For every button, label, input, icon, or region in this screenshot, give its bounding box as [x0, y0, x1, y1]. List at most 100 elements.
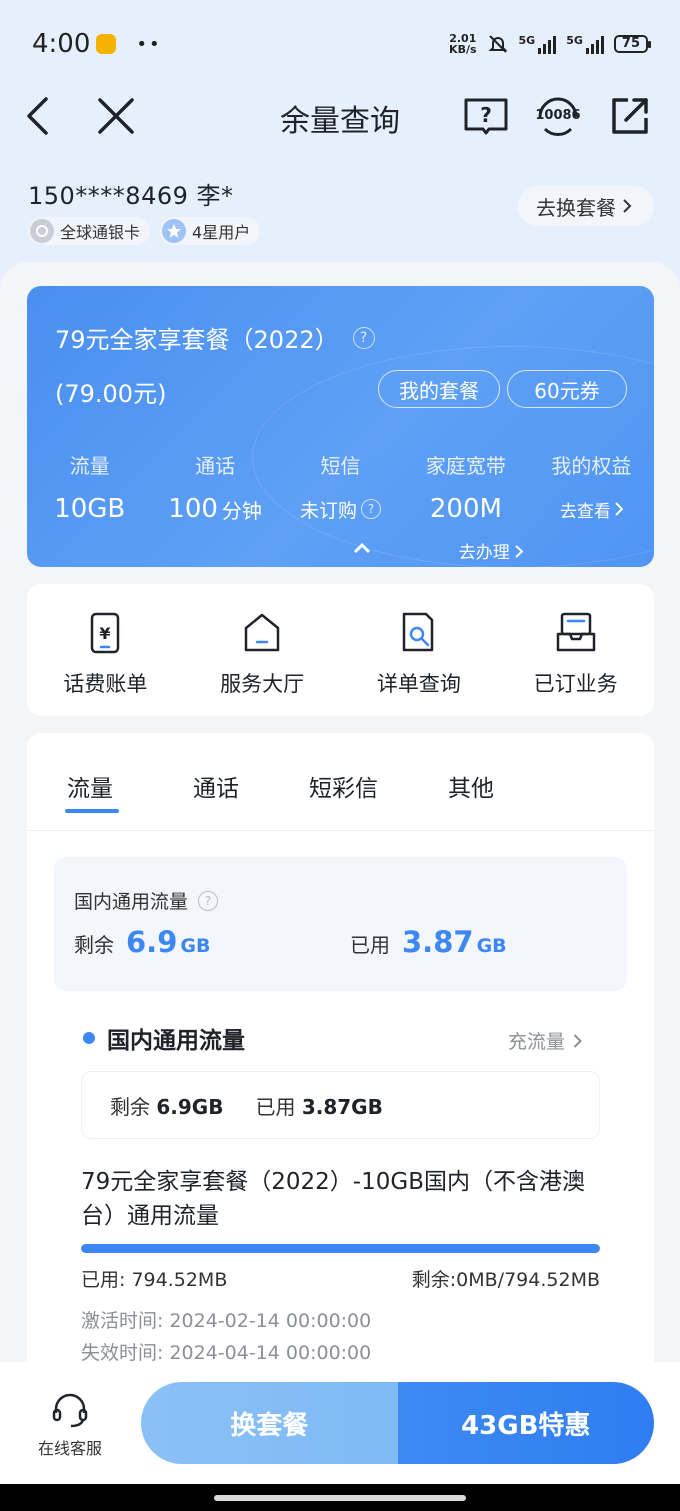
hotline-button[interactable]: 10086: [532, 88, 584, 144]
stat-benefits-value: 去查看: [529, 493, 654, 525]
back-button[interactable]: [14, 88, 62, 144]
summary-title-text: 国内通用流量: [74, 891, 189, 913]
more-notifications-dots: ••: [136, 33, 162, 55]
chevron-right-icon: [573, 1033, 582, 1048]
help-button[interactable]: ?: [460, 88, 512, 144]
close-button[interactable]: [92, 88, 140, 144]
change-plan-button[interactable]: 换套餐: [141, 1382, 398, 1464]
stat-benefits-label: 我的权益: [551, 454, 632, 478]
gesture-area: [0, 1484, 680, 1511]
collapse-card-button[interactable]: [353, 542, 371, 558]
stat-call-value: 100 分钟: [152, 493, 277, 525]
package-dates: 激活时间: 2024-02-14 00:00:00 失效时间: 2024-04-…: [81, 1305, 371, 1369]
share-button[interactable]: [606, 88, 654, 144]
summary-used-label: 已用: [350, 933, 390, 957]
battery-icon: 75: [613, 35, 652, 53]
benefits-link: 去查看: [559, 501, 611, 522]
chevron-left-icon: [27, 97, 48, 135]
section-detail: 剩余 6.9GB 已用 3.87GB: [81, 1071, 600, 1139]
net-speed-unit: KB/s: [449, 43, 477, 56]
section-remaining-value: 6.9GB: [156, 1094, 224, 1119]
online-service-button[interactable]: 在线客服: [0, 1387, 140, 1459]
go-change-plan-label: 去换套餐: [536, 195, 616, 220]
shortcut-subscribed-label: 已订业务: [533, 672, 618, 696]
stat-broadband[interactable]: 家庭宽带 200M: [403, 450, 528, 525]
shortcut-detail-query[interactable]: 详单查询: [341, 584, 498, 716]
plan-help-icon[interactable]: ?: [352, 326, 375, 349]
stat-sms[interactable]: 短信 未订购 ?: [278, 450, 403, 525]
summary-used-unit: GB: [476, 935, 507, 957]
svg-text:¥: ¥: [100, 624, 111, 643]
tab-other[interactable]: 其他: [448, 769, 494, 803]
sig1-label: 5G: [518, 34, 536, 47]
stat-broadband-num: 200M: [429, 494, 502, 524]
package-used: 已用: 794.52MB: [81, 1269, 228, 1291]
section-dot: [83, 1032, 95, 1044]
stat-broadband-label: 家庭宽带: [425, 454, 506, 478]
chevron-up-icon: [353, 542, 371, 554]
stat-sms-label: 短信: [320, 454, 361, 478]
section-used-label: 已用: [255, 1094, 296, 1119]
stat-broadband-value: 200M: [403, 493, 528, 525]
section-used-value: 3.87GB: [301, 1094, 383, 1119]
net-speed: 2.01 KB/s: [449, 33, 476, 55]
membership-tag: 全球通银卡: [28, 217, 151, 245]
shortcut-phone-bill-label: 话费账单: [63, 672, 148, 696]
summary-title: 国内通用流量 ?: [74, 887, 219, 914]
plan-price: (79.00元): [55, 380, 167, 408]
online-service-label: 在线客服: [37, 1439, 102, 1458]
activation-time: 激活时间: 2024-02-14 00:00:00: [81, 1310, 372, 1332]
tab-call[interactable]: 通话: [193, 769, 239, 803]
tab-sms-mms[interactable]: 短彩信: [309, 769, 378, 803]
help-book-icon: ?: [464, 98, 508, 135]
summary-used: 已用 3.87 GB: [350, 925, 507, 959]
shortcut-phone-bill[interactable]: ¥ 话费账单: [27, 584, 184, 716]
signal-5g-1-icon: 5G: [519, 34, 557, 54]
stat-benefits[interactable]: 我的权益 去查看: [529, 450, 654, 525]
stat-data[interactable]: 流量 10GB: [27, 450, 152, 525]
summary-remaining: 剩余 6.9 GB: [74, 925, 210, 959]
shortcut-detail-query-label: 详单查询: [376, 672, 461, 696]
go-change-plan-button[interactable]: 去换套餐: [518, 186, 654, 226]
go-handle-label: 去办理: [458, 543, 510, 563]
section-used: 已用 3.87GB: [255, 1091, 382, 1120]
stat-call-unit: 分钟: [221, 498, 262, 523]
data-offer-button[interactable]: 43GB特惠: [397, 1382, 654, 1464]
notification-app-icon: [96, 34, 117, 54]
summary-used-value: 3.87: [402, 925, 474, 959]
chevron-right-icon: [615, 502, 623, 516]
my-plan-button[interactable]: 我的套餐: [378, 370, 500, 408]
bottom-bar: 在线客服 换套餐 43GB特惠: [0, 1362, 680, 1484]
sms-help-icon[interactable]: ?: [361, 499, 382, 519]
silver-card-icon: [30, 219, 54, 243]
shortcut-service-hall-label: 服务大厅: [220, 672, 305, 696]
phone-bill-icon: ¥: [91, 612, 120, 654]
broadband-go-handle-link[interactable]: 去办理: [429, 538, 553, 563]
chevron-right-icon: [515, 545, 524, 558]
svg-text:?: ?: [480, 103, 492, 127]
stat-sms-value: 未订购 ?: [278, 493, 403, 525]
stat-data-num: 10GB: [54, 494, 126, 524]
share-icon: [612, 98, 648, 134]
package-progress-fill: [81, 1244, 600, 1253]
tab-data[interactable]: 流量: [67, 769, 113, 803]
plan-stats: 流量 10GB 通话 100 分钟 短信 未订购 ? 家庭宽带 200M 我的权…: [27, 450, 654, 525]
status-right: 2.01 KB/s 5G 5G 75: [449, 33, 652, 55]
coupon-button[interactable]: 60元券: [507, 370, 627, 408]
signal-5g-2-icon: 5G: [566, 34, 604, 54]
star-icon: [162, 219, 187, 243]
sig2-label: 5G: [566, 34, 583, 47]
home-gesture-bar[interactable]: [214, 1495, 466, 1501]
shortcut-service-hall[interactable]: 服务大厅: [184, 584, 341, 716]
inbox-icon: [556, 612, 595, 652]
stat-data-label: 流量: [69, 454, 110, 478]
plan-card: 79元全家享套餐（2022） ? (79.00元) 我的套餐 60元券 流量 1…: [27, 286, 654, 567]
headset-icon: [52, 1393, 88, 1428]
summary-help-icon[interactable]: ?: [198, 890, 219, 911]
star-level-tag: 4星用户: [160, 217, 261, 245]
usage-tabs: 流量 通话 短彩信 其他: [27, 733, 654, 831]
mute-bell-icon: [488, 35, 507, 53]
recharge-data-link[interactable]: 充流量: [508, 1027, 582, 1054]
shortcut-subscribed[interactable]: 已订业务: [497, 584, 654, 716]
stat-call[interactable]: 通话 100 分钟: [152, 450, 277, 525]
